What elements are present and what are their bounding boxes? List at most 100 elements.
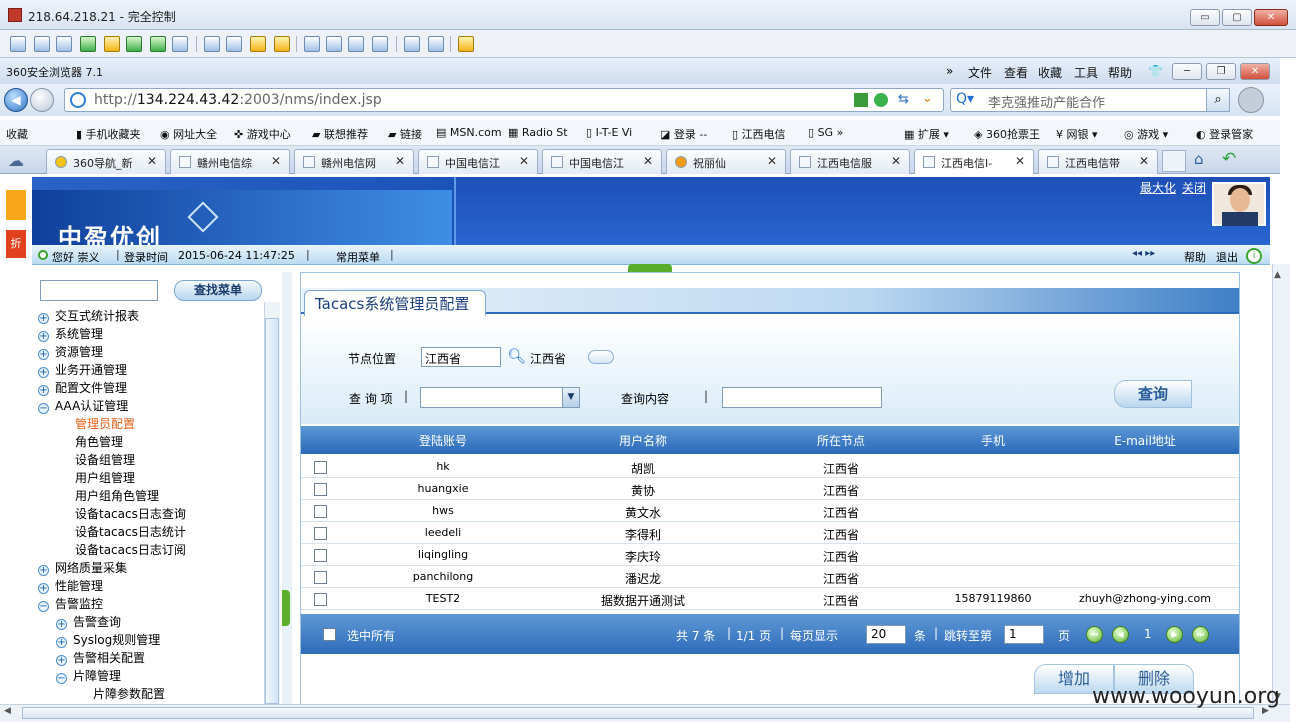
- tree-node[interactable]: − 片障管理: [56, 667, 121, 684]
- info-icon[interactable]: [104, 36, 120, 52]
- fav-item[interactable]: ¥ 网银 ▾: [1056, 126, 1098, 142]
- maximize-link[interactable]: 最大化: [1140, 179, 1176, 196]
- browser-tab[interactable]: 中国电信江 ✕: [418, 149, 538, 174]
- tree-leaf[interactable]: 设备组管理: [75, 451, 135, 468]
- horizontal-scroll-thumb[interactable]: [22, 707, 1254, 719]
- send-keys-icon[interactable]: [10, 36, 26, 52]
- select-all-checkbox[interactable]: [323, 628, 336, 641]
- first-page-icon[interactable]: ⏮: [1086, 626, 1103, 643]
- row-checkbox[interactable]: [314, 549, 327, 562]
- disconnect-icon[interactable]: [458, 36, 474, 52]
- tree-node[interactable]: + 告警查询: [56, 613, 121, 630]
- chat-icon[interactable]: [126, 36, 142, 52]
- side-red-tab[interactable]: 折: [6, 230, 26, 258]
- fav-item[interactable]: ◎ 游戏 ▾: [1124, 126, 1168, 142]
- panel-splitter[interactable]: [282, 272, 292, 704]
- search-button-icon[interactable]: ⌕: [1206, 88, 1230, 112]
- page-vertical-scrollbar[interactable]: [1272, 264, 1290, 704]
- favorite-star-icon[interactable]: [6, 190, 26, 220]
- home-icon[interactable]: ⌂: [1194, 150, 1204, 168]
- browser-restore-button[interactable]: ❐: [1206, 63, 1236, 80]
- last-page-icon[interactable]: ⏭: [1192, 626, 1209, 643]
- search-icon[interactable]: 🔍︎: [507, 347, 526, 365]
- fav-item[interactable]: ▯ 江西电信: [732, 126, 786, 142]
- scroll-left-icon[interactable]: ◀: [4, 706, 11, 716]
- tools-icon[interactable]: [428, 36, 444, 52]
- browser-tab[interactable]: 赣州电信综 ✕: [170, 149, 290, 174]
- tree-leaf[interactable]: 片障参数配置: [93, 685, 165, 702]
- tree-node[interactable]: + 配置文件管理: [38, 379, 127, 396]
- menu-search-button[interactable]: 查找菜单: [174, 280, 262, 301]
- message-icon[interactable]: [172, 36, 188, 52]
- browser-tab[interactable]: 中国电信江 ✕: [542, 149, 662, 174]
- fav-item[interactable]: ▦ 扩展 ▾: [904, 126, 949, 142]
- query-button[interactable]: 查询: [1114, 380, 1192, 408]
- common-menu-link[interactable]: 常用菜单: [336, 249, 380, 265]
- menu-help[interactable]: 帮助: [1108, 64, 1132, 81]
- copy-icon[interactable]: [404, 36, 420, 52]
- query-item-select[interactable]: ▼: [420, 387, 580, 408]
- prev-page-icon[interactable]: ◀: [1112, 626, 1129, 643]
- column-header[interactable]: 登陆账号: [390, 432, 496, 449]
- help-link[interactable]: 帮助: [1184, 249, 1206, 265]
- per-page-input[interactable]: 20: [866, 625, 906, 644]
- collapse-header-handle[interactable]: [628, 264, 672, 272]
- row-checkbox[interactable]: [314, 461, 327, 474]
- undo-close-icon[interactable]: ↶: [1222, 149, 1236, 169]
- new-tab-button[interactable]: [1162, 150, 1186, 172]
- tree-node[interactable]: + 业务开通管理: [38, 361, 127, 378]
- column-header[interactable]: E-mail地址: [1090, 432, 1200, 449]
- tree-node-aaa[interactable]: − AAA认证管理: [38, 397, 128, 414]
- row-checkbox[interactable]: [314, 505, 327, 518]
- fav-item[interactable]: ◈ 360抢票王: [974, 126, 1040, 142]
- fit-screen-icon[interactable]: [326, 36, 342, 52]
- cloud-icon[interactable]: ☁: [8, 151, 24, 170]
- column-header[interactable]: 所在节点: [788, 432, 894, 449]
- tree-leaf[interactable]: 设备tacacs日志订阅: [75, 541, 186, 558]
- browser-close-button[interactable]: ✕: [1240, 63, 1270, 80]
- tree-scroll-thumb[interactable]: [265, 318, 279, 704]
- exit-link[interactable]: 退出: [1216, 249, 1238, 265]
- tree-node[interactable]: + 告警相关配置: [56, 649, 145, 666]
- terminal-icon[interactable]: [56, 36, 72, 52]
- search-engine-icon[interactable]: Q▾: [956, 91, 974, 107]
- fav-item[interactable]: ▯ SG »: [808, 126, 843, 139]
- row-checkbox[interactable]: [314, 483, 327, 496]
- jump-page-input[interactable]: 1: [1004, 625, 1044, 644]
- browser-tab[interactable]: 江西电信带 ✕: [1038, 149, 1158, 174]
- back-icon[interactable]: ◀: [4, 88, 28, 112]
- screen-icon[interactable]: [34, 36, 50, 52]
- power-icon[interactable]: i: [1246, 248, 1262, 264]
- transfer-icon[interactable]: [80, 36, 96, 52]
- next-page-icon[interactable]: ▶: [1166, 626, 1183, 643]
- phone-icon[interactable]: [150, 36, 166, 52]
- lock-icon[interactable]: [250, 36, 266, 52]
- maximize-button[interactable]: ▢: [1222, 9, 1252, 26]
- tree-node[interactable]: + 网络质量采集: [38, 559, 127, 576]
- forward-icon[interactable]: [30, 88, 54, 112]
- browser-tab[interactable]: 赣州电信网 ✕: [294, 149, 414, 174]
- tree-node[interactable]: + 交互式统计报表: [38, 307, 139, 324]
- tree-leaf-admin-config[interactable]: 管理员配置: [75, 415, 135, 432]
- column-header[interactable]: 手机: [940, 432, 1046, 449]
- menu-favorites[interactable]: 收藏: [1038, 64, 1062, 81]
- browser-minimize-button[interactable]: ─: [1172, 63, 1202, 80]
- browser-tab-active[interactable]: 江西电信I- ✕: [914, 149, 1034, 174]
- menu-tools[interactable]: 工具: [1074, 64, 1098, 81]
- user-avatar-icon[interactable]: [1238, 87, 1264, 113]
- upload-icon[interactable]: [204, 36, 220, 52]
- node-input[interactable]: 江西省: [421, 347, 501, 367]
- skin-icon[interactable]: 👕: [1148, 64, 1163, 78]
- double-chevron-icon[interactable]: »: [946, 64, 953, 78]
- browser-tab[interactable]: 江西电信服 ✕: [790, 149, 910, 174]
- tree-leaf[interactable]: 设备tacacs日志统计: [75, 523, 186, 540]
- row-checkbox[interactable]: [314, 571, 327, 584]
- browser-tab[interactable]: 祝丽仙 ✕: [666, 149, 786, 174]
- close-button[interactable]: ✕: [1254, 9, 1288, 26]
- scroll-up-icon[interactable]: ▲: [1274, 270, 1281, 280]
- qrcode-icon[interactable]: [854, 93, 868, 107]
- fav-item[interactable]: ▰ 链接: [388, 126, 422, 142]
- fav-item[interactable]: ▦ Radio St: [508, 126, 568, 139]
- browser-tab[interactable]: 360导航_新 ✕: [46, 149, 166, 174]
- fav-item[interactable]: ◐ 登录管家: [1196, 126, 1253, 142]
